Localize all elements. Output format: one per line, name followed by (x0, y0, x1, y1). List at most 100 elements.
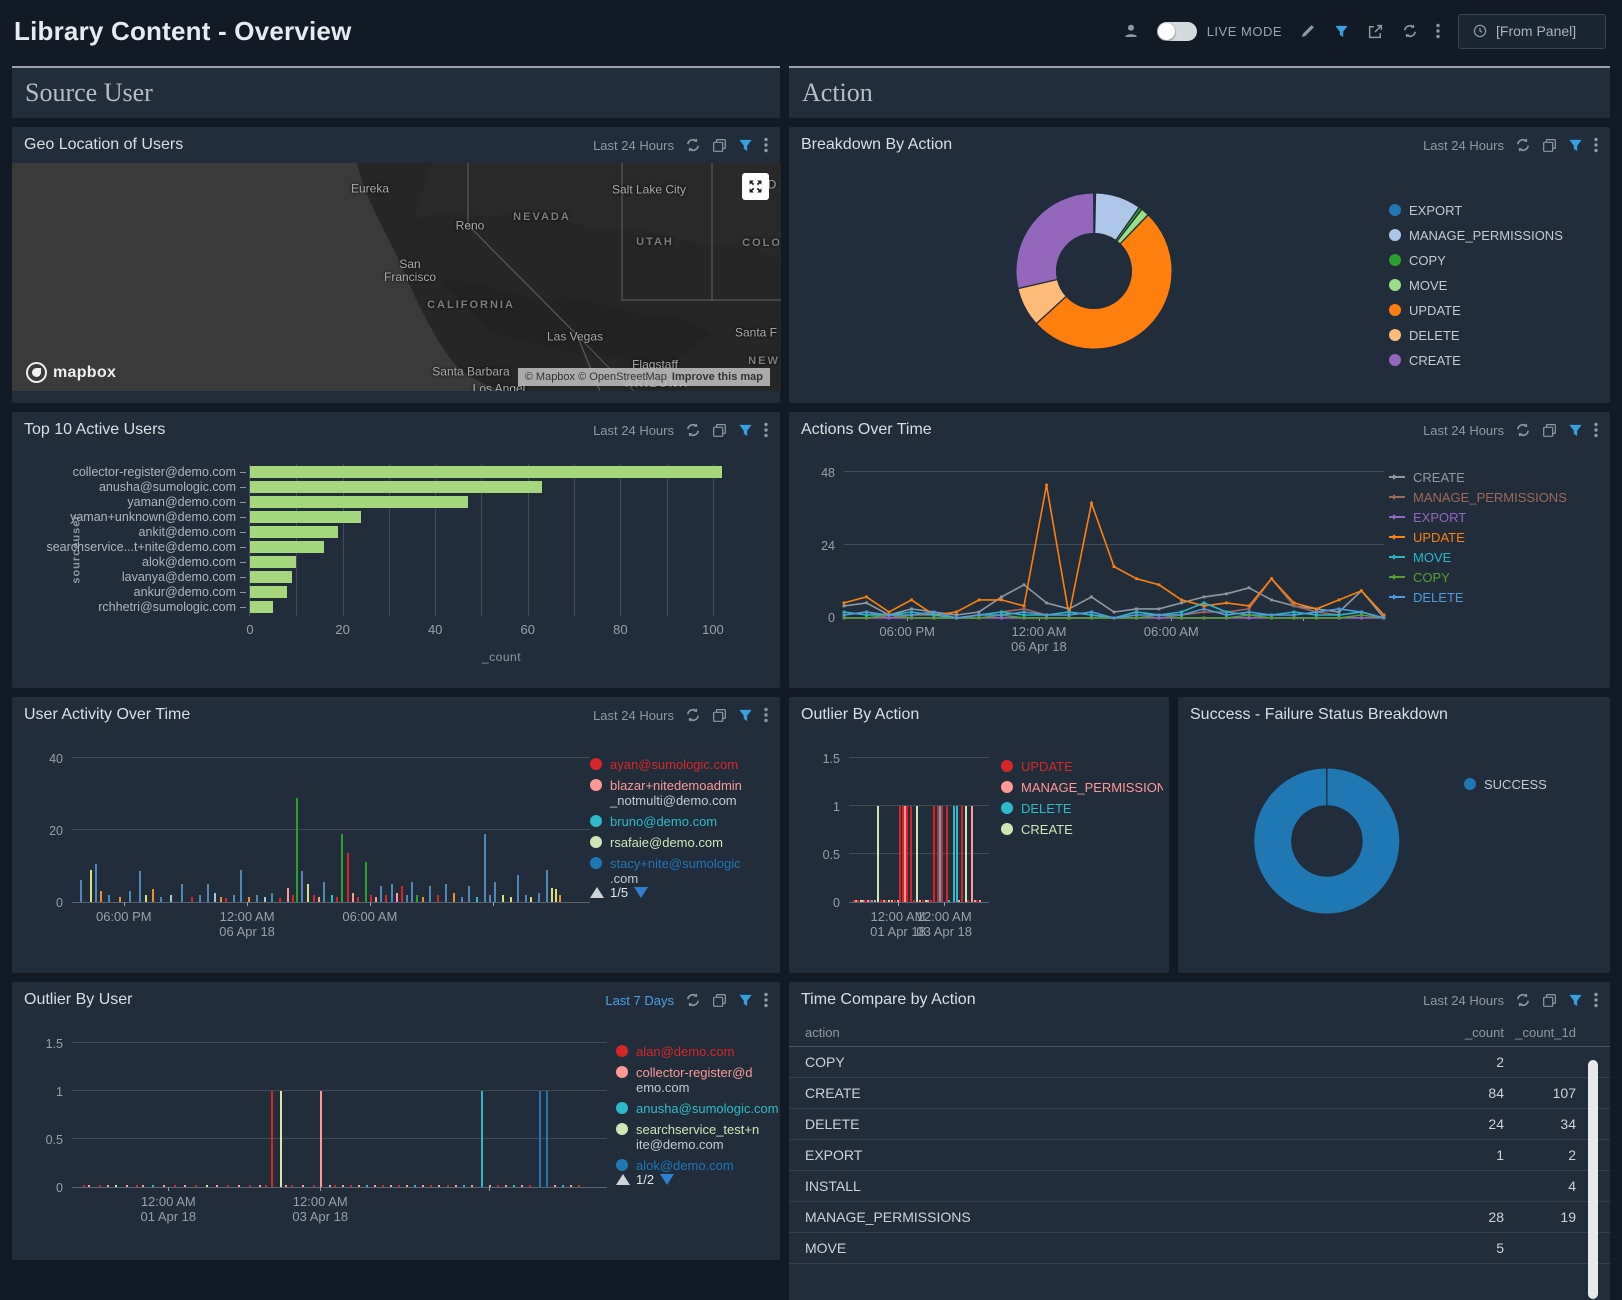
legend-item[interactable]: MANAGE_PERMISSIONS (1389, 490, 1567, 505)
kebab-icon[interactable] (764, 707, 768, 723)
geo-map[interactable]: EurekaSalt Lake CityRenoSan FranciscoLas… (12, 163, 781, 391)
legend-item[interactable]: stacy+nite@sumologic.com (590, 856, 778, 886)
kebab-icon[interactable] (764, 992, 768, 1008)
filter-icon[interactable] (738, 708, 753, 723)
legend-item[interactable]: EXPORT (1389, 203, 1563, 218)
legend-item[interactable]: searchservice_test+nite@demo.com (616, 1122, 786, 1152)
copy-icon[interactable] (712, 138, 727, 153)
panel-time-range[interactable]: Last 24 Hours (1423, 993, 1504, 1008)
legend-item[interactable]: DELETE (1001, 801, 1163, 816)
filter-icon[interactable] (738, 423, 753, 438)
column-header[interactable]: _count_1d (1504, 1025, 1576, 1040)
improve-map-link[interactable]: Improve this map (672, 371, 763, 383)
bar[interactable] (250, 571, 292, 583)
filter-icon[interactable] (738, 138, 753, 153)
mapbox-logo[interactable]: mapbox (26, 362, 116, 383)
map-expand-button[interactable] (742, 173, 769, 200)
legend-item[interactable]: UPDATE (1001, 759, 1163, 774)
legend-item[interactable]: MANAGE_PERMISSIONS (1389, 228, 1563, 243)
refresh-icon[interactable] (1515, 137, 1531, 153)
filter-icon[interactable] (738, 993, 753, 1008)
legend-page-up[interactable] (590, 887, 604, 898)
legend-item[interactable]: DELETE (1389, 328, 1563, 343)
legend-item[interactable]: alok@demo.com (616, 1158, 786, 1173)
legend-page-up[interactable] (616, 1174, 630, 1185)
kebab-icon[interactable] (1594, 137, 1598, 153)
bar[interactable] (250, 496, 468, 508)
filter-icon[interactable] (1568, 423, 1583, 438)
bar[interactable] (250, 586, 287, 598)
legend-item[interactable]: CREATE (1001, 822, 1163, 837)
legend-item[interactable]: DELETE (1389, 590, 1567, 605)
legend-page-down[interactable] (660, 1174, 674, 1185)
panel-time-range[interactable]: Last 24 Hours (1423, 423, 1504, 438)
legend-item[interactable]: blazar+nitedemoadmin_notmulti@demo.com (590, 778, 778, 808)
bar[interactable] (250, 601, 273, 613)
bar[interactable] (250, 541, 324, 553)
copy-icon[interactable] (712, 423, 727, 438)
kebab-icon[interactable] (1594, 992, 1598, 1008)
legend-item[interactable]: SUCCESS (1464, 777, 1547, 792)
legend-item[interactable]: UPDATE (1389, 530, 1567, 545)
legend-item[interactable]: ayan@sumologic.com (590, 757, 778, 772)
edit-icon[interactable] (1300, 23, 1316, 39)
refresh-icon[interactable] (685, 992, 701, 1008)
copy-icon[interactable] (1542, 993, 1557, 1008)
table-scrollbar[interactable] (1588, 1060, 1598, 1299)
donut-slice-SUCCESS[interactable] (1254, 768, 1400, 914)
filter-icon[interactable] (1568, 138, 1583, 153)
bar (302, 1185, 304, 1187)
share-icon[interactable] (1367, 23, 1384, 40)
filter-icon[interactable] (1334, 24, 1349, 39)
refresh-icon[interactable] (685, 137, 701, 153)
live-mode-toggle[interactable] (1157, 22, 1197, 41)
legend-item[interactable]: MOVE (1389, 278, 1563, 293)
legend-page-down[interactable] (634, 887, 648, 898)
bar[interactable] (250, 466, 722, 478)
refresh-icon[interactable] (1515, 422, 1531, 438)
bar[interactable] (250, 526, 338, 538)
bar[interactable] (250, 511, 361, 523)
column-header[interactable]: _count (1414, 1025, 1504, 1040)
legend-item[interactable]: collector-register@demo.com (616, 1065, 786, 1095)
panel-geo-location: Geo Location of Users Last 24 Hours (12, 127, 780, 403)
attribution-text[interactable]: © Mapbox © OpenStreetMap (525, 371, 667, 383)
legend-item[interactable]: alan@demo.com (616, 1044, 786, 1059)
time-range-selector[interactable]: [From Panel] (1458, 14, 1606, 49)
refresh-icon[interactable] (685, 422, 701, 438)
panel-time-range[interactable]: Last 24 Hours (593, 138, 674, 153)
legend-item[interactable]: MANAGE_PERMISSIONS (1001, 780, 1163, 795)
legend-item[interactable]: UPDATE (1389, 303, 1563, 318)
copy-icon[interactable] (1542, 423, 1557, 438)
legend-item[interactable]: EXPORT (1389, 510, 1567, 525)
refresh-icon[interactable] (685, 707, 701, 723)
legend-item[interactable]: COPY (1389, 570, 1567, 585)
user-icon[interactable] (1123, 23, 1139, 39)
legend-item[interactable]: bruno@demo.com (590, 814, 778, 829)
panel-time-range[interactable]: Last 24 Hours (1423, 138, 1504, 153)
kebab-icon[interactable] (764, 137, 768, 153)
column-header[interactable]: action (805, 1025, 1414, 1040)
copy-icon[interactable] (1542, 138, 1557, 153)
panel-time-range[interactable]: Last 24 Hours (593, 708, 674, 723)
legend-item[interactable]: anusha@sumologic.com (616, 1101, 786, 1116)
legend-item[interactable]: rsafaie@demo.com (590, 835, 778, 850)
filter-icon[interactable] (1568, 993, 1583, 1008)
refresh-icon[interactable] (1402, 23, 1418, 39)
legend-item[interactable]: COPY (1389, 253, 1563, 268)
copy-icon[interactable] (712, 993, 727, 1008)
legend-item[interactable]: MOVE (1389, 550, 1567, 565)
donut-slice-CREATE[interactable] (1016, 193, 1094, 288)
more-icon[interactable] (1436, 23, 1440, 39)
bar[interactable] (250, 481, 542, 493)
panel-time-range[interactable]: Last 24 Hours (593, 423, 674, 438)
panel-title: Outlier By User (24, 991, 132, 1009)
panel-time-range[interactable]: Last 7 Days (605, 993, 674, 1008)
bar[interactable] (250, 556, 296, 568)
refresh-icon[interactable] (1515, 992, 1531, 1008)
legend-item[interactable]: CREATE (1389, 353, 1563, 368)
legend-item[interactable]: CREATE (1389, 470, 1567, 485)
copy-icon[interactable] (712, 708, 727, 723)
kebab-icon[interactable] (1594, 422, 1598, 438)
kebab-icon[interactable] (764, 422, 768, 438)
